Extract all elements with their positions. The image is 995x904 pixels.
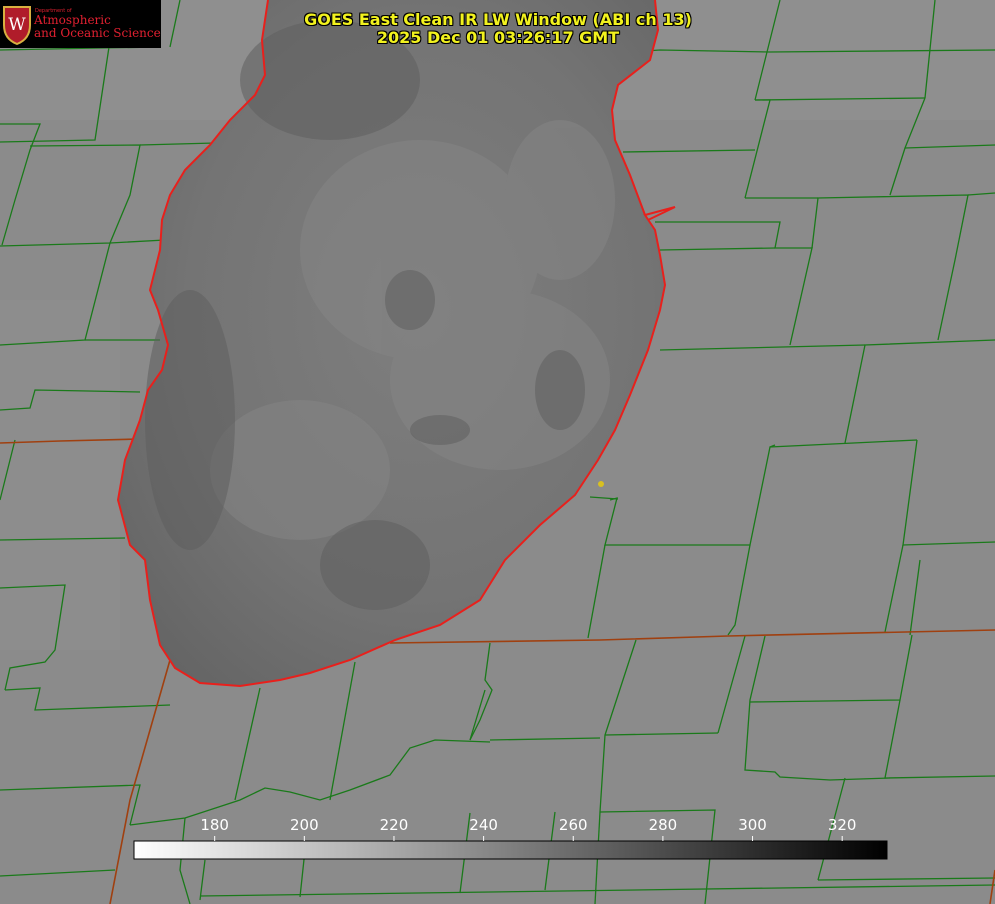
colorbar-tick-label: 220 [380, 816, 409, 834]
land-shade-left [0, 300, 120, 650]
logo-line-1: Atmospheric [34, 13, 111, 27]
colorbar-tick-label: 280 [649, 816, 678, 834]
uw-crest-icon: W [3, 6, 31, 45]
colorbar-tick-label: 200 [290, 816, 319, 834]
colorbar-tick-label: 240 [469, 816, 498, 834]
crest-letter: W [8, 15, 26, 35]
logo-line-2: and Oceanic Sciences [34, 26, 161, 40]
colorbar-tick-label: 300 [738, 816, 767, 834]
colorbar-tick-label: 180 [200, 816, 229, 834]
satellite-image: 180 200 220 240 260 280 300 320 [0, 0, 995, 904]
colorbar-tick-label: 320 [828, 816, 857, 834]
uw-aos-logo: W Department of Atmospheric and Oceanic … [0, 0, 161, 48]
title-product: GOES East Clean IR LW Window (ABI ch 13) [304, 10, 692, 29]
location-marker [598, 481, 604, 487]
colorbar-gradient [133, 840, 888, 860]
image-title: GOES East Clean IR LW Window (ABI ch 13)… [248, 11, 748, 47]
colorbar-tick-label: 260 [559, 816, 588, 834]
title-timestamp: 2025 Dec 01 03:26:17 GMT [376, 28, 620, 47]
